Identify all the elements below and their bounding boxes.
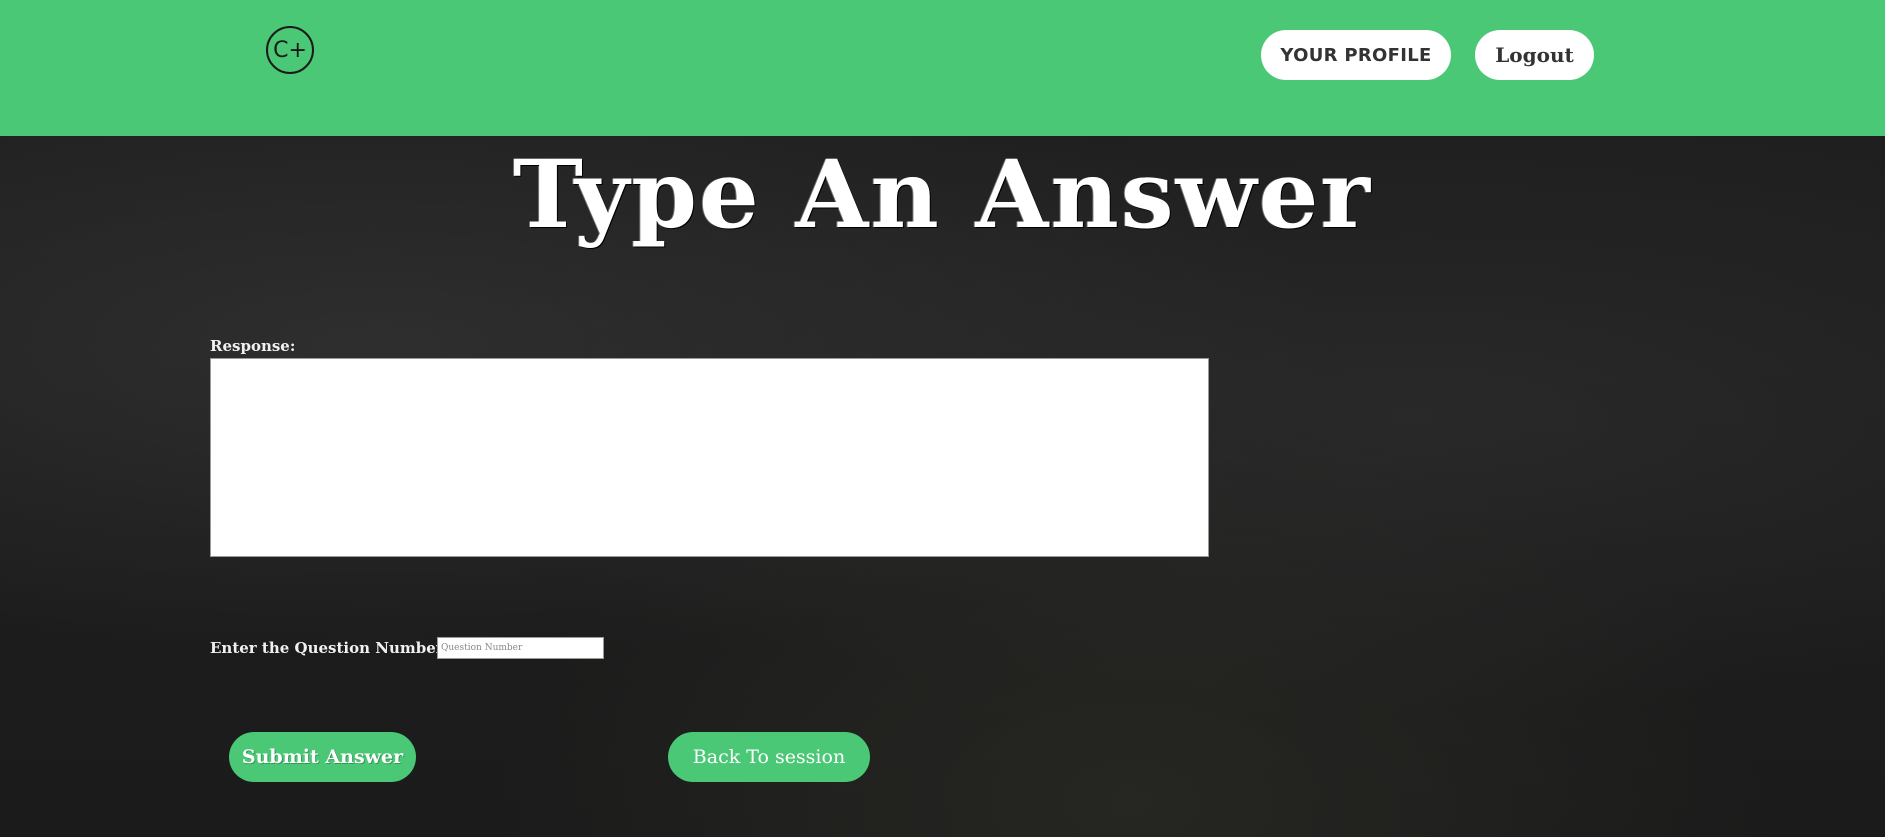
logout-button[interactable]: Logout [1475, 30, 1594, 80]
response-label: Response: [210, 337, 296, 355]
response-textarea[interactable] [210, 358, 1209, 557]
question-number-input[interactable] [437, 637, 604, 659]
logo-text: C+ [273, 37, 307, 63]
your-profile-label: YOUR PROFILE [1280, 44, 1432, 66]
your-profile-button[interactable]: YOUR PROFILE [1261, 30, 1451, 80]
back-to-session-button[interactable]: Back To session [668, 732, 870, 782]
logout-label: Logout [1495, 43, 1574, 67]
question-number-label: Enter the Question Number: [210, 639, 450, 657]
logo[interactable]: C+ [266, 26, 314, 74]
back-to-session-label: Back To session [692, 746, 846, 768]
top-header: C+ YOUR PROFILE Logout [0, 0, 1885, 136]
page-title: Type An Answer [513, 140, 1372, 250]
submit-answer-label: Submit Answer [241, 746, 404, 768]
submit-answer-button[interactable]: Submit Answer [229, 732, 416, 782]
